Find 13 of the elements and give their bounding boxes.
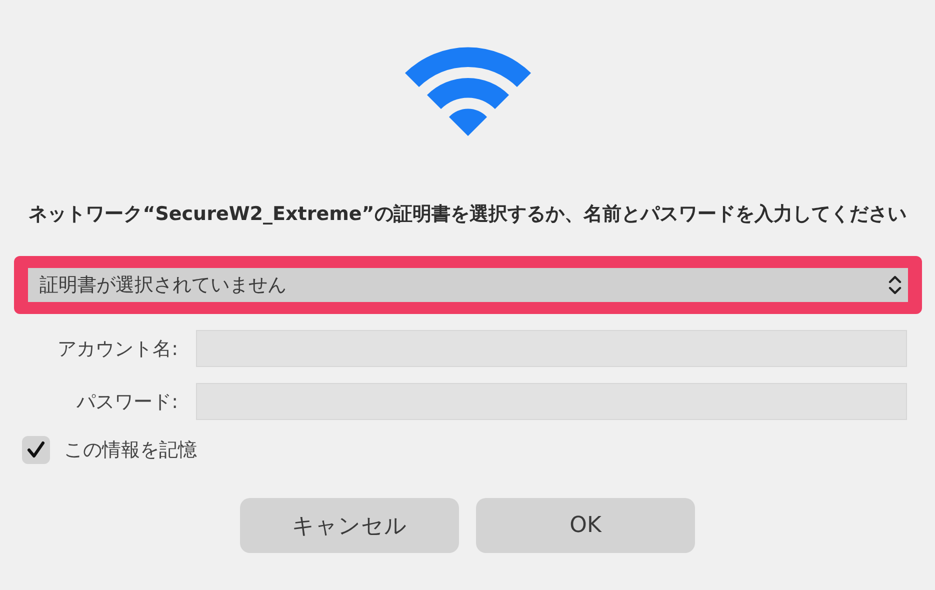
checkmark-icon	[27, 441, 45, 459]
checkbox[interactable]	[22, 436, 50, 464]
ok-button[interactable]: OK	[476, 498, 695, 553]
chevron-updown-icon	[888, 274, 902, 296]
certificate-select[interactable]: 証明書が選択されていません	[28, 268, 908, 302]
input-field[interactable]	[196, 383, 907, 420]
field-label: アカウント名:	[56, 336, 178, 362]
field-label: パスワード:	[76, 390, 178, 414]
input-field[interactable]	[196, 330, 907, 367]
cancel-button[interactable]: キャンセル	[240, 498, 459, 553]
checkbox-label: この情報を記憶	[64, 438, 197, 463]
dialog-message: ネットワーク“SecureW2_Extreme”の証明書を選択するか、名前とパスワードを入力してください	[28, 202, 908, 227]
wifi-icon	[402, 45, 532, 137]
